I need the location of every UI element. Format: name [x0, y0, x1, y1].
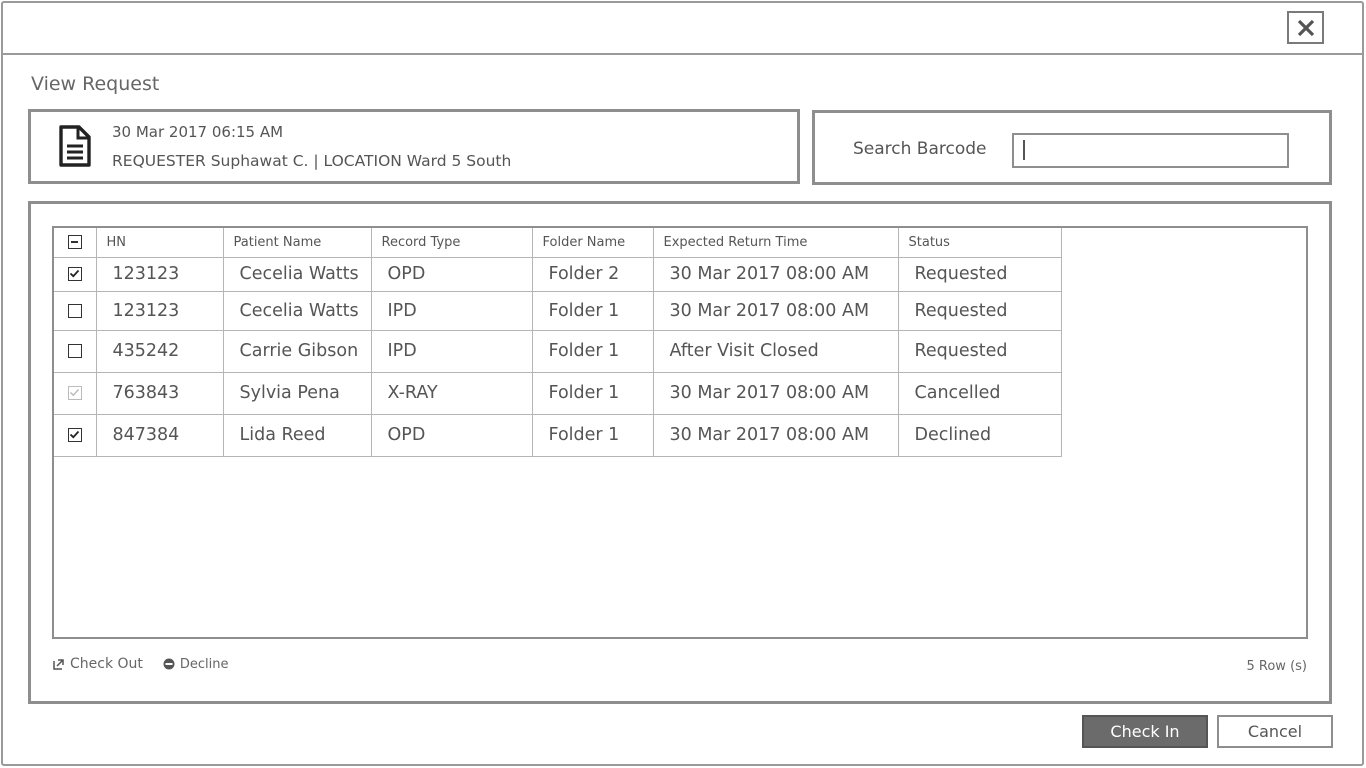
checkmark-icon [69, 269, 79, 278]
row-checkbox-cell[interactable] [54, 291, 97, 331]
cell-record-type: IPD [371, 330, 533, 373]
cell-hn: 847384 [96, 414, 224, 457]
cell-record-type: IPD [371, 291, 533, 331]
cell-status: Cancelled [898, 372, 1062, 415]
records-panel: HN Patient Name Record Type Folder Name … [28, 201, 1332, 704]
row-checkbox-cell[interactable] [54, 330, 97, 373]
row-checkbox-cell[interactable] [54, 257, 97, 292]
decline-label: Decline [179, 656, 229, 672]
select-all-cell[interactable] [54, 228, 97, 258]
records-table-container: HN Patient Name Record Type Folder Name … [52, 226, 1308, 639]
cell-expected-return-time: After Visit Closed [653, 330, 899, 373]
cell-status: Requested [898, 330, 1062, 373]
check-out-action[interactable]: Check Out [52, 656, 143, 672]
cell-hn: 435242 [96, 330, 224, 373]
cell-folder-name: Folder 1 [532, 291, 654, 331]
search-barcode-input[interactable] [1012, 133, 1289, 168]
cell-status: Requested [898, 291, 1062, 331]
column-header-patient-name[interactable]: Patient Name [223, 228, 372, 258]
table-actions: Check Out Decline [52, 656, 249, 672]
row-checkbox[interactable] [67, 267, 82, 281]
cell-folder-name: Folder 1 [532, 372, 654, 415]
column-header-expected-return-time[interactable]: Expected Return Time [653, 228, 899, 258]
table-row[interactable]: 847384 Lida Reed OPD Folder 1 30 Mar 201… [54, 414, 1062, 457]
cell-patient-name: Cecelia Watts [223, 291, 372, 331]
column-header-hn[interactable]: HN [96, 228, 224, 258]
table-row[interactable]: 123123 Cecelia Watts IPD Folder 1 30 Mar… [54, 291, 1062, 331]
cell-hn: 763843 [96, 372, 224, 415]
cell-status: Declined [898, 414, 1062, 457]
checkmark-icon [69, 388, 79, 397]
dialog-titlebar [3, 3, 1362, 55]
check-out-icon [53, 658, 64, 670]
column-header-status[interactable]: Status [898, 228, 1062, 258]
row-checkbox[interactable] [67, 344, 82, 358]
cell-expected-return-time: 30 Mar 2017 08:00 AM [653, 372, 899, 415]
cell-status: Requested [898, 257, 1062, 292]
cell-folder-name: Folder 1 [532, 330, 654, 373]
cell-record-type: OPD [371, 414, 533, 457]
cell-expected-return-time: 30 Mar 2017 08:00 AM [653, 414, 899, 457]
checkmark-icon [69, 430, 79, 439]
request-details: REQUESTER Suphawat C. | LOCATION Ward 5 … [112, 152, 512, 170]
cell-hn: 123123 [96, 257, 224, 292]
cell-patient-name: Cecelia Watts [223, 257, 372, 292]
close-button[interactable] [1287, 11, 1324, 44]
request-info-box: 30 Mar 2017 06:15 AM REQUESTER Suphawat … [28, 109, 800, 184]
column-header-record-type[interactable]: Record Type [371, 228, 533, 258]
cancel-button[interactable]: Cancel [1217, 715, 1333, 748]
row-checkbox-cell [54, 372, 97, 415]
table-row[interactable]: 123123 Cecelia Watts OPD Folder 2 30 Mar… [54, 257, 1062, 292]
check-in-button[interactable]: Check In [1082, 715, 1208, 748]
cell-record-type: X-RAY [371, 372, 533, 415]
cell-hn: 123123 [96, 291, 224, 331]
text-cursor [1023, 140, 1025, 160]
minus-circle-icon [163, 658, 175, 670]
cell-patient-name: Lida Reed [223, 414, 372, 457]
cell-record-type: OPD [371, 257, 533, 292]
search-barcode-label: Search Barcode [853, 139, 987, 159]
row-checkbox-disabled [67, 386, 82, 400]
search-barcode-box: Search Barcode [812, 110, 1332, 185]
close-icon [1297, 19, 1314, 36]
cell-folder-name: Folder 1 [532, 414, 654, 457]
row-count: 5 Row (s) [1246, 659, 1308, 674]
cell-folder-name: Folder 2 [532, 257, 654, 292]
check-out-label: Check Out [70, 656, 143, 672]
document-icon [59, 125, 91, 167]
cell-expected-return-time: 30 Mar 2017 08:00 AM [653, 257, 899, 292]
cell-patient-name: Sylvia Pena [223, 372, 372, 415]
table-header-row: HN Patient Name Record Type Folder Name … [54, 228, 1062, 258]
select-all-checkbox[interactable] [67, 235, 82, 250]
table-row[interactable]: 763843 Sylvia Pena X-RAY Folder 1 30 Mar… [54, 372, 1062, 415]
table-row[interactable]: 435242 Carrie Gibson IPD Folder 1 After … [54, 330, 1062, 373]
row-checkbox-cell[interactable] [54, 414, 97, 457]
row-checkbox[interactable] [67, 303, 82, 318]
decline-action[interactable]: Decline [163, 657, 229, 672]
cell-patient-name: Carrie Gibson [223, 330, 372, 373]
cell-expected-return-time: 30 Mar 2017 08:00 AM [653, 291, 899, 331]
records-table: HN Patient Name Record Type Folder Name … [54, 228, 1062, 457]
request-datetime: 30 Mar 2017 06:15 AM [112, 123, 284, 141]
column-header-folder-name[interactable]: Folder Name [532, 228, 654, 258]
page-title: View Request [31, 73, 160, 95]
row-checkbox[interactable] [67, 428, 82, 442]
